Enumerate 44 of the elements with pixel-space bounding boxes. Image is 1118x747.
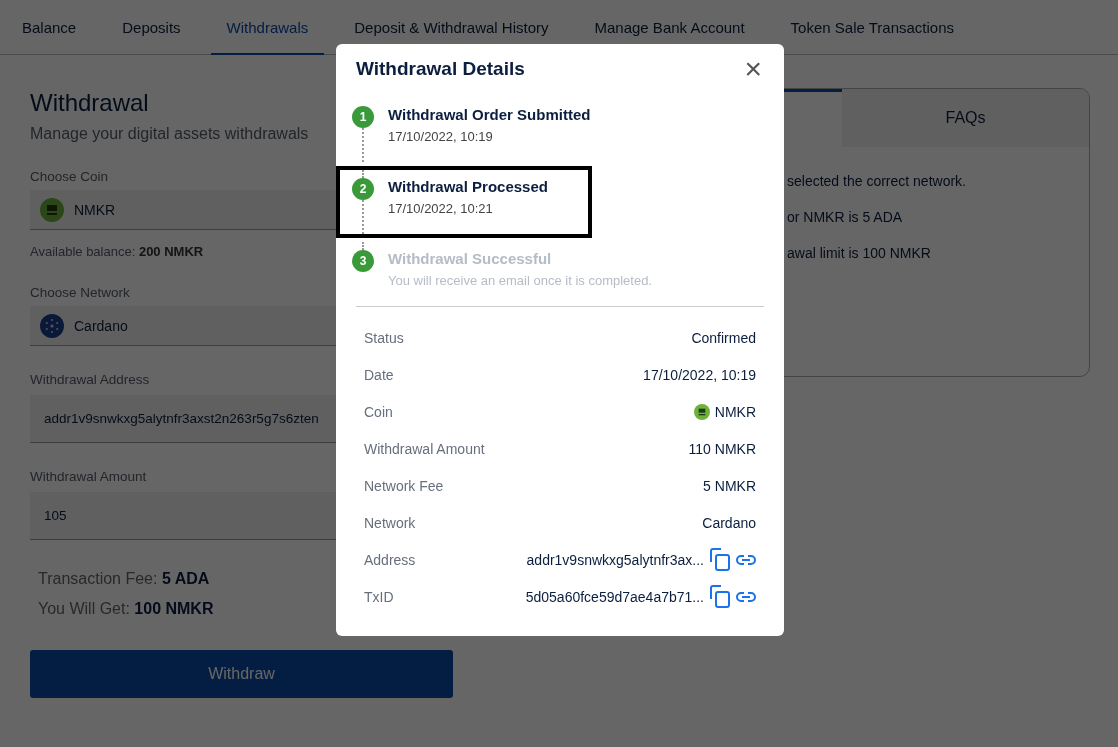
step-number: 3 — [352, 250, 374, 272]
detail-value: 5d05a60fce59d7ae4a7b71... — [525, 588, 704, 605]
tab[interactable]: Balance — [6, 0, 93, 55]
available-balance: Available balance: 200 NMKR — [30, 244, 204, 259]
info-text: awal limit is 100 NMKR — [787, 245, 932, 261]
field-label: Choose Coin — [30, 169, 109, 184]
step-title: Withdrawal Order Submitted — [388, 106, 591, 123]
detail-value: 5 NMKR — [703, 477, 756, 494]
withdraw-button[interactable]: Withdraw — [30, 650, 453, 698]
detail-label: Network Fee — [364, 477, 444, 494]
field-label: Withdrawal Address — [30, 372, 150, 387]
detail-label: Address — [364, 551, 416, 568]
detail-value: addr1v9snwkxg5alytnfr3ax... — [526, 551, 704, 568]
step-number: 2 — [352, 178, 374, 200]
detail-value: 17/10/2022, 10:19 — [643, 366, 756, 383]
field-label: Withdrawal Amount — [30, 469, 147, 484]
summary-line: Transaction Fee: 5 ADA — [38, 570, 210, 588]
detail-label: Withdrawal Amount — [364, 440, 485, 457]
tab[interactable]: Deposits — [106, 0, 197, 55]
step-title: Withdrawal Successful — [388, 250, 553, 267]
close-button[interactable]: × — [742, 54, 764, 84]
dialog-title: Withdrawal Details — [356, 58, 525, 80]
tab[interactable]: Withdrawals — [210, 0, 325, 55]
step-detail: 17/10/2022, 10:19 — [388, 129, 494, 144]
panel-tab[interactable]: FAQs — [842, 89, 1089, 147]
select-value: Cardano — [74, 317, 128, 334]
step-detail: You will receive an email once it is completed. — [388, 273, 652, 288]
detail-value: 110 NMKR — [688, 440, 756, 457]
field-label: Choose Network — [30, 285, 130, 300]
summary-line: You Will Get: 100 NMKR — [38, 600, 214, 618]
detail-label: Network — [364, 514, 416, 531]
info-text: selected the correct network. — [787, 173, 967, 189]
detail-label: Status — [364, 329, 404, 346]
detail-label: TxID — [364, 588, 394, 605]
page-subtitle: Manage your digital assets withdrawals — [30, 125, 309, 143]
detail-value: Cardano — [702, 514, 756, 531]
detail-value: NMKR — [714, 403, 756, 420]
info-text: or NMKR is 5 ADA — [787, 209, 904, 225]
detail-label: Date — [364, 366, 394, 383]
detail-label: Coin — [364, 403, 393, 420]
step-number: 1 — [352, 106, 374, 128]
detail-value: Confirmed — [691, 329, 756, 346]
select-value: NMKR — [74, 201, 116, 218]
page-title: Withdrawal — [30, 89, 149, 117]
